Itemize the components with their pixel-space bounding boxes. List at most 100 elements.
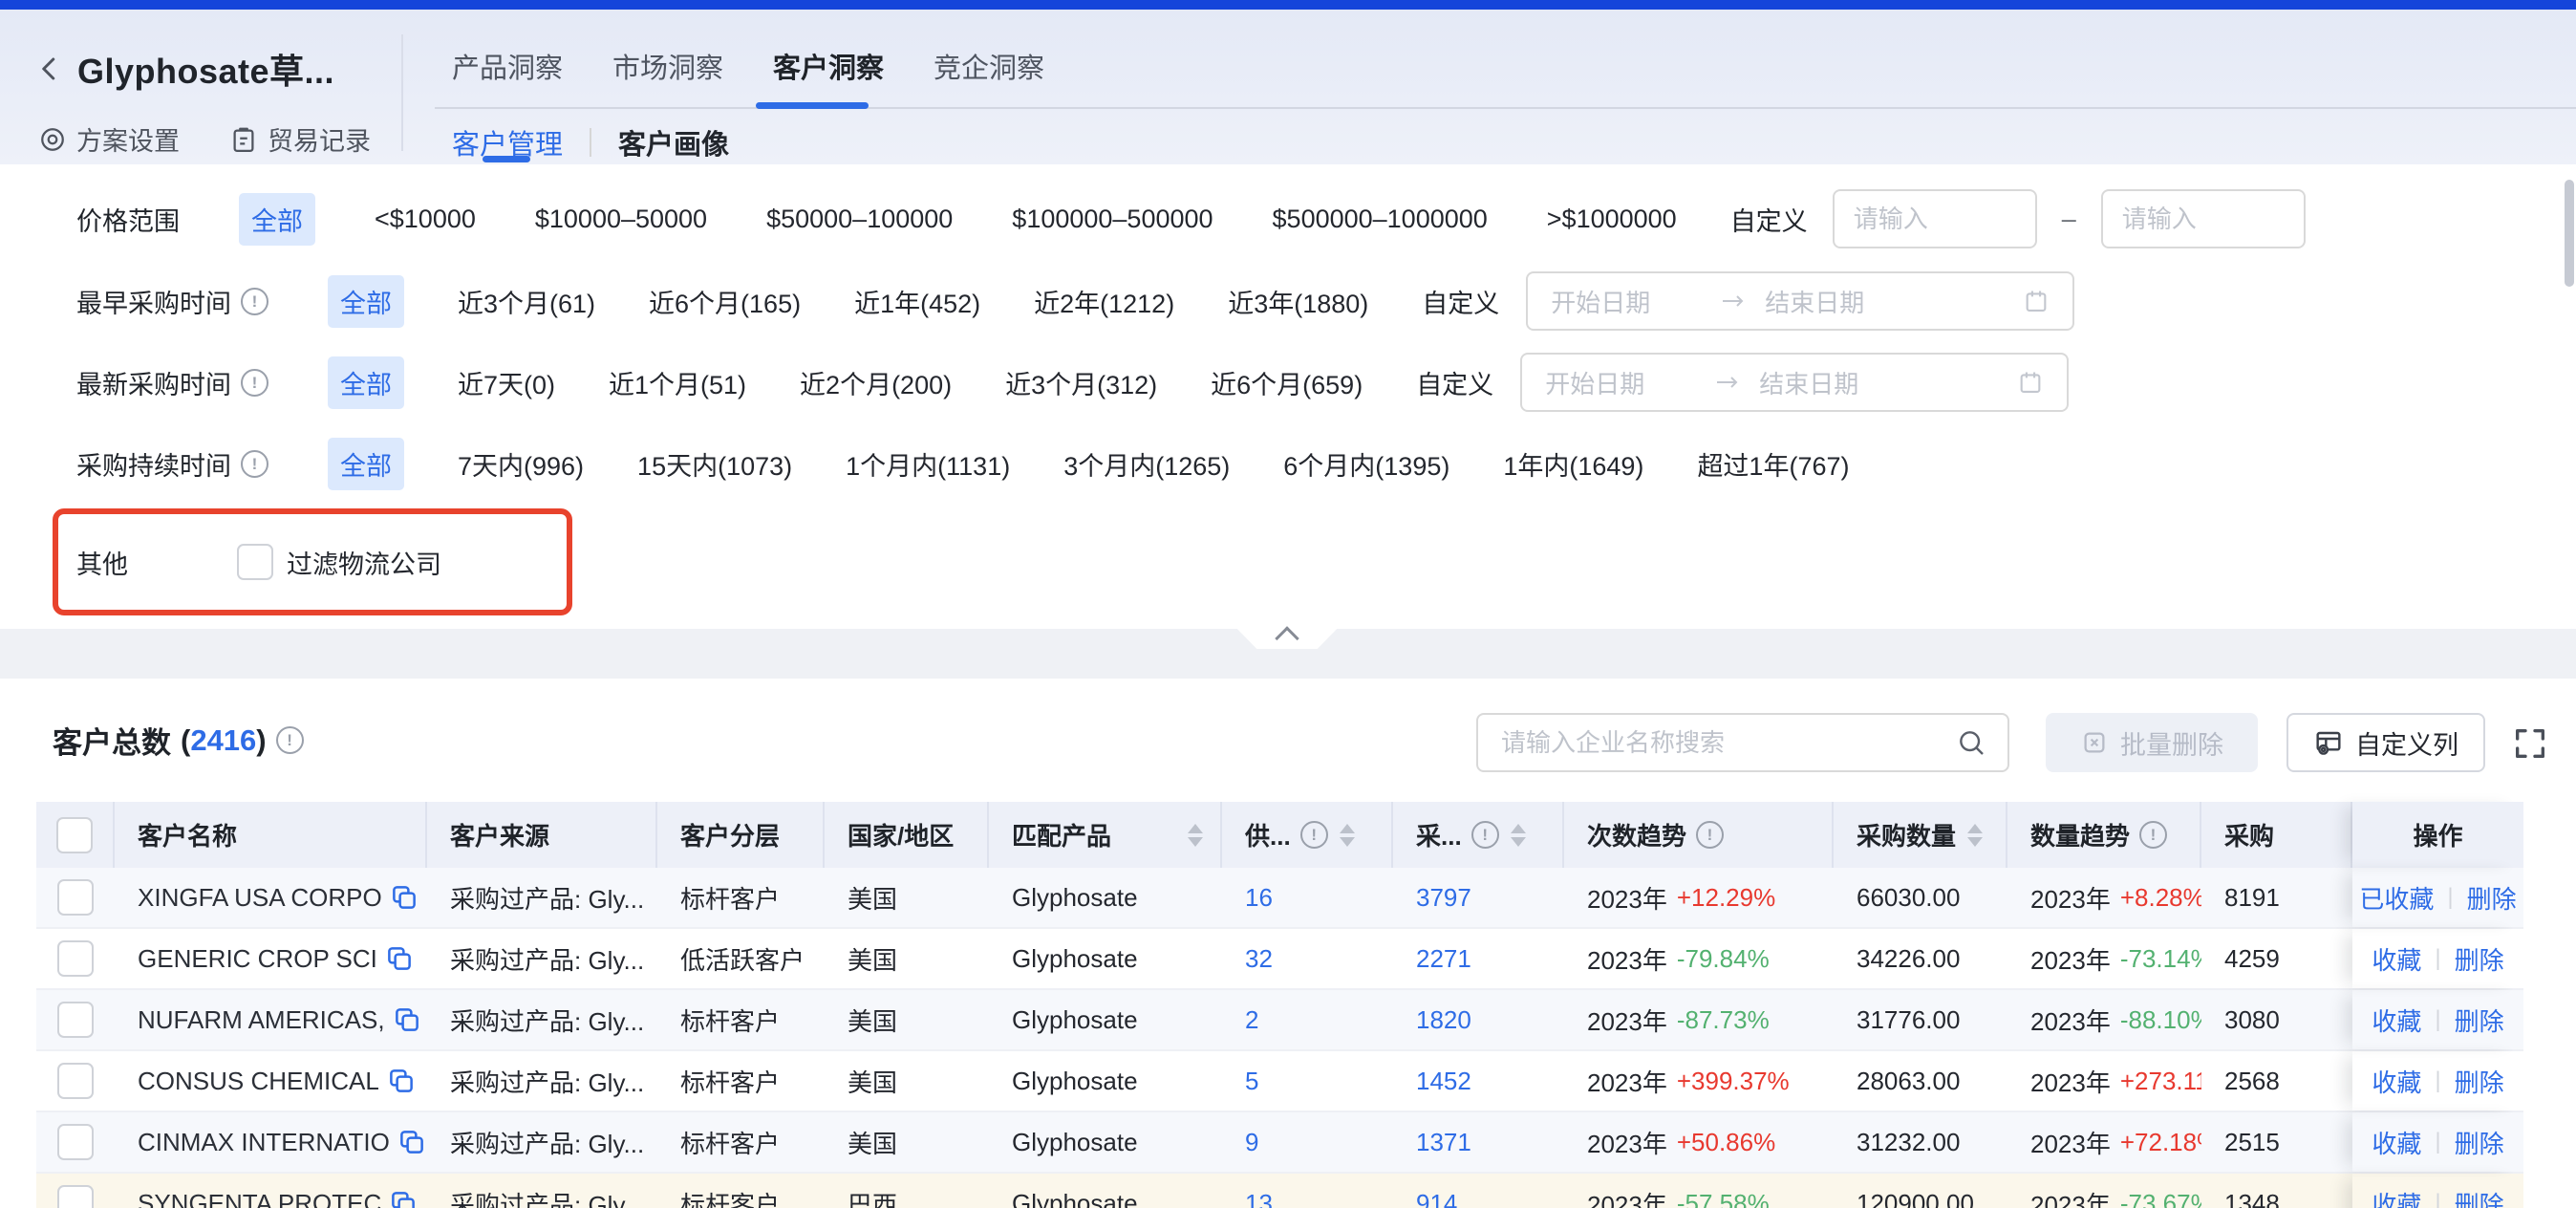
info-icon[interactable] [1471,821,1499,849]
row-checkbox[interactable] [57,1002,94,1038]
duration-option[interactable]: 6个月内(1395) [1283,445,1449,483]
suppliers-link[interactable]: 13 [1245,1189,1273,1208]
sort-control[interactable] [1967,824,1983,847]
price-option[interactable]: >$1000000 [1547,205,1677,234]
tab-competitor-insight[interactable]: 竞企洞察 [934,46,1044,86]
sort-control[interactable] [1340,824,1355,847]
tab-market-insight[interactable]: 市场洞察 [612,46,723,86]
favorite-link[interactable]: 收藏 [2372,941,2421,977]
earliest-option[interactable]: 近3个月(61) [458,283,595,320]
latest-option[interactable]: 近6个月(659) [1211,364,1363,401]
sort-control[interactable] [1511,824,1526,847]
copy-icon[interactable] [387,1067,416,1095]
duration-option[interactable]: 15天内(1073) [637,445,792,483]
duration-option[interactable]: 1个月内(1131) [846,445,1010,483]
latest-option[interactable]: 近2个月(200) [800,364,952,401]
duration-option[interactable]: 7天内(996) [458,445,584,483]
purchases-link[interactable]: 3797 [1416,883,1471,913]
duration-option[interactable]: 1年内(1649) [1503,445,1643,483]
subtab-customer-profile[interactable]: 客户画像 [618,122,729,162]
latest-custom-label[interactable]: 自定义 [1416,364,1493,401]
latest-option[interactable]: 近7天(0) [458,364,555,401]
duration-option[interactable]: 3个月内(1265) [1063,445,1230,483]
earliest-option[interactable]: 近2年(1212) [1034,283,1174,320]
copy-icon[interactable] [389,1189,418,1208]
row-checkbox[interactable] [57,1063,94,1099]
back-icon[interactable] [35,54,64,83]
earliest-option-all[interactable]: 全部 [328,275,404,328]
info-icon[interactable] [241,450,268,478]
info-icon[interactable] [241,288,268,315]
row-checkbox[interactable] [57,940,94,977]
row-checkbox[interactable] [57,1124,94,1160]
price-option-all[interactable]: 全部 [239,193,315,246]
delete-link[interactable]: 删除 [2455,1003,2504,1038]
latest-option-all[interactable]: 全部 [328,356,404,409]
suppliers-link[interactable]: 5 [1245,1067,1258,1096]
favorite-link[interactable]: 已收藏 [2359,880,2434,916]
delete-link[interactable]: 删除 [2467,880,2517,916]
info-icon[interactable] [241,369,268,397]
info-icon[interactable] [1696,821,1724,849]
search-input[interactable] [1478,728,1956,758]
row-checkbox[interactable] [57,1185,94,1208]
purchases-link[interactable]: 914 [1416,1189,1457,1208]
delete-link[interactable]: 删除 [2455,941,2504,977]
latest-option[interactable]: 近3个月(312) [1005,364,1157,401]
latest-date-range-picker[interactable]: 开始日期 结束日期 [1520,353,2069,412]
earliest-date-range-picker[interactable]: 开始日期 结束日期 [1526,271,2074,331]
trade-records-link[interactable]: 贸易记录 [229,120,371,158]
latest-option[interactable]: 近1个月(51) [609,364,746,401]
price-custom-label[interactable]: 自定义 [1730,201,1808,238]
copy-icon[interactable] [390,883,419,912]
fullscreen-icon[interactable] [2511,724,2549,763]
favorite-link[interactable]: 收藏 [2372,1186,2421,1208]
scrollbar-thumb[interactable] [2565,180,2574,287]
copy-icon[interactable] [393,1005,421,1034]
info-icon[interactable] [2139,821,2167,849]
delete-link[interactable]: 删除 [2455,1064,2504,1099]
purchases-link[interactable]: 1820 [1416,1005,1471,1035]
price-option[interactable]: <$10000 [375,205,476,234]
delete-link[interactable]: 删除 [2455,1125,2504,1160]
suppliers-link[interactable]: 16 [1245,883,1273,913]
price-max-input[interactable] [2101,189,2306,248]
duration-option-all[interactable]: 全部 [328,438,404,490]
info-icon[interactable] [1300,821,1328,849]
copy-icon[interactable] [397,1128,426,1156]
price-option[interactable]: $100000–500000 [1012,205,1213,234]
batch-delete-button[interactable]: 批量删除 [2046,713,2258,772]
copy-icon[interactable] [385,944,414,973]
suppliers-link[interactable]: 32 [1245,944,1273,974]
collapse-filters-button[interactable] [1229,620,1345,649]
suppliers-link[interactable]: 2 [1245,1005,1258,1035]
favorite-link[interactable]: 收藏 [2372,1125,2421,1160]
suppliers-link[interactable]: 9 [1245,1128,1258,1157]
earliest-option[interactable]: 近1年(452) [854,283,980,320]
info-icon[interactable] [276,726,304,754]
purchases-link[interactable]: 2271 [1416,944,1471,974]
price-option[interactable]: $10000–50000 [535,205,707,234]
duration-option[interactable]: 超过1年(767) [1697,445,1849,483]
favorite-link[interactable]: 收藏 [2372,1064,2421,1099]
price-option[interactable]: $50000–100000 [766,205,953,234]
purchases-link[interactable]: 1371 [1416,1128,1471,1157]
purchases-link[interactable]: 1452 [1416,1067,1471,1096]
earliest-custom-label[interactable]: 自定义 [1422,283,1499,320]
earliest-option[interactable]: 近6个月(165) [649,283,801,320]
row-checkbox[interactable] [57,879,94,916]
earliest-option[interactable]: 近3年(1880) [1228,283,1368,320]
price-min-input[interactable] [1833,189,2037,248]
logistics-checkbox[interactable] [237,544,273,580]
plan-settings-link[interactable]: 方案设置 [38,120,180,158]
tab-customer-insight[interactable]: 客户洞察 [773,46,884,86]
sort-control[interactable] [1188,824,1203,847]
custom-columns-button[interactable]: 自定义列 [2286,713,2485,772]
select-all-checkbox[interactable] [56,817,93,853]
price-option[interactable]: $500000–1000000 [1273,205,1488,234]
filter-logistics-option[interactable]: 过滤物流公司 [237,544,441,581]
tab-product-insight[interactable]: 产品洞察 [452,46,563,86]
delete-link[interactable]: 删除 [2455,1186,2504,1208]
favorite-link[interactable]: 收藏 [2372,1003,2421,1038]
search-icon[interactable] [1956,727,1986,758]
